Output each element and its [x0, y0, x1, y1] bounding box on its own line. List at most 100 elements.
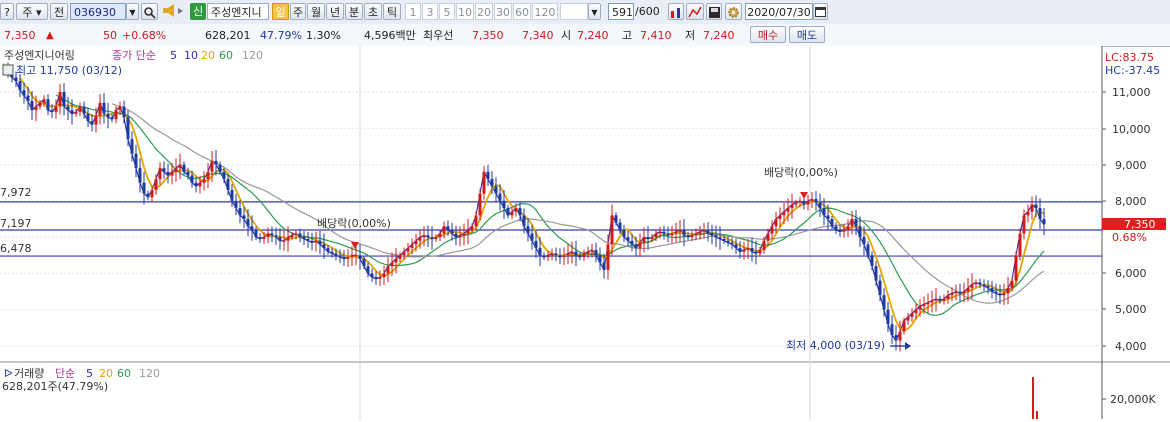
gear-icon[interactable] [725, 3, 742, 20]
price-bar-body [418, 237, 422, 241]
interval-button-30[interactable]: 30 [494, 3, 512, 20]
price-chart-svg[interactable]: 주성엔지니어링 종가 단순 5 10 20 60 120 최고 11,750 (… [0, 46, 1170, 419]
save-icon[interactable] [706, 3, 722, 20]
price-bar-body [678, 229, 682, 232]
interval-input[interactable] [560, 3, 588, 20]
interval-button-120[interactable]: 120 [532, 3, 558, 20]
price-bar-body [218, 164, 222, 172]
price-bar-body [442, 226, 446, 234]
price-bar-body [326, 248, 330, 252]
period-tab-month[interactable]: 월 [307, 3, 325, 20]
price-bar-body [862, 237, 866, 245]
price-bar-body [150, 189, 154, 198]
price-bar-body [666, 233, 670, 236]
period-tab-week[interactable]: 주 [290, 3, 306, 20]
interval-button-5[interactable]: 5 [439, 3, 455, 20]
price-bar-body [370, 273, 374, 278]
ratio-value: 1.30% [306, 29, 341, 42]
price-bar-body [42, 99, 46, 103]
price-bar-body [754, 251, 758, 254]
interval-button-20[interactable]: 20 [475, 3, 493, 20]
price-bar-body [586, 251, 590, 254]
price-bar-body [638, 242, 642, 249]
interval-button-3[interactable]: 3 [422, 3, 438, 20]
price-bar-body [626, 237, 630, 241]
price-bar-body [1038, 208, 1042, 219]
calendar-icon[interactable] [813, 3, 828, 20]
price-bar-body [778, 215, 782, 219]
period-tab-tick[interactable]: 틱 [383, 3, 401, 20]
low-label: 저 [685, 29, 696, 42]
chart-settings-icon[interactable] [668, 3, 684, 20]
price-bar-body [210, 160, 214, 172]
price-bar-body [794, 202, 798, 205]
market-select[interactable]: 주 ▾ [16, 3, 48, 20]
price-bar-body [186, 171, 190, 176]
interval-dropdown-icon[interactable]: ▼ [588, 3, 601, 20]
price-bar-body [126, 117, 130, 140]
price-bar-body [834, 226, 838, 230]
price-bar-body [154, 179, 158, 190]
price-bar-body [690, 235, 694, 238]
price-bar-body [1018, 233, 1022, 256]
price-bar-body [78, 106, 82, 112]
period-tab-day[interactable]: 일 [272, 3, 289, 20]
count-input[interactable]: 591 [608, 3, 634, 20]
price-bar-body [322, 244, 326, 249]
period-tab-year[interactable]: 년 [326, 3, 344, 20]
date-input[interactable]: 2020/07/30 [745, 3, 813, 20]
code-dropdown-icon[interactable]: ▼ [126, 3, 139, 20]
mode-button[interactable]: 전 [50, 3, 68, 20]
legend-ma20: 20 [201, 49, 215, 62]
code-input[interactable]: 036930 [70, 3, 126, 20]
price-bar-body [258, 237, 262, 239]
interval-button-60[interactable]: 60 [513, 3, 531, 20]
price-bar-body [878, 280, 882, 296]
price-bar-body [1030, 204, 1034, 212]
current-price-tag-value: 7,350 [1124, 218, 1156, 231]
price-bar-body [534, 240, 538, 249]
indicator-icon[interactable] [686, 3, 704, 20]
legend-price-label: 종가 단순 [112, 49, 156, 62]
price-bar-body [242, 215, 246, 219]
price-bar-body [874, 266, 878, 281]
price-bar-body [194, 182, 198, 187]
price-bar-body [142, 182, 146, 194]
interval-button-10[interactable]: 10 [456, 3, 474, 20]
price-bar-body [710, 233, 714, 236]
lc-label: LC:83.75 [1105, 51, 1154, 64]
price-bar-body [470, 226, 474, 230]
price-bar-body [274, 235, 278, 238]
price-bar-body [554, 253, 558, 256]
price-bar-body [746, 248, 750, 250]
low-price: 7,240 [703, 29, 735, 42]
price-bar-body [766, 233, 770, 241]
window-menu-icon[interactable]: ? [0, 3, 14, 20]
chart-area[interactable]: 주성엔지니어링 종가 단순 5 10 20 60 120 최고 11,750 (… [0, 46, 1170, 419]
price-bar-body [458, 235, 462, 238]
price-bar-body [382, 273, 386, 278]
buy-button[interactable]: 매수 [750, 26, 786, 43]
price-bar-body [102, 102, 106, 114]
period-tab-second[interactable]: 초 [364, 3, 382, 20]
interval-button-1[interactable]: 1 [405, 3, 421, 20]
volume-legend-label: 단순 [55, 367, 75, 380]
price-bar-body [714, 235, 718, 238]
price-bar-body [238, 208, 242, 216]
price-bar-body [786, 208, 790, 212]
price-bar-body [294, 233, 298, 236]
price-bar-body [698, 231, 702, 234]
current-price: 7,350 [4, 29, 36, 42]
price-bar-body [354, 255, 358, 257]
price-bar-body [38, 102, 42, 107]
price-bar-body [514, 208, 518, 212]
price-bar-body [134, 153, 138, 169]
price-bar-body [898, 331, 902, 341]
y-tick-label: 11,000 [1112, 86, 1151, 99]
period-tab-minute[interactable]: 분 [345, 3, 363, 20]
sell-button[interactable]: 매도 [789, 26, 825, 43]
search-icon[interactable] [141, 3, 158, 20]
speaker-icon[interactable] [161, 3, 187, 20]
price-bar-body [330, 251, 334, 254]
price-bar-body [82, 106, 86, 114]
